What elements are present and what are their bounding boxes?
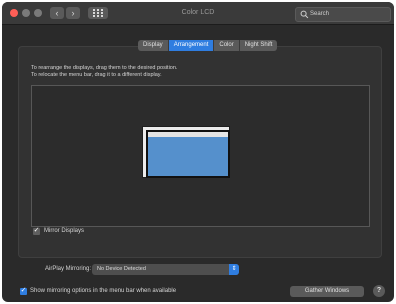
search-placeholder: Search — [310, 11, 330, 17]
tab-color[interactable]: Color — [214, 40, 240, 51]
search-field[interactable]: Search — [295, 7, 391, 22]
display-thumbnail[interactable] — [146, 130, 230, 178]
title-bar: ‹ › Color LCD Search — [2, 2, 394, 25]
preferences-window: ‹ › Color LCD Search To rearrange the di… — [2, 2, 394, 302]
display-arrangement-area[interactable] — [31, 85, 370, 227]
airplay-selected-value: No Device Detected — [97, 266, 146, 272]
tab-night-shift[interactable]: Night Shift — [239, 40, 278, 51]
tab-arrangement[interactable]: Arrangement — [168, 40, 215, 51]
checkmark-icon: ✓ — [20, 287, 27, 294]
airplay-device-select[interactable]: No Device Detected ⇕ — [92, 264, 239, 275]
airplay-mirroring-label: AirPlay Mirroring: — [45, 266, 92, 272]
gather-windows-button[interactable]: Gather Windows — [290, 286, 364, 297]
checkmark-icon: ✓ — [33, 227, 40, 234]
instruction-rearrange: To rearrange the displays, drag them to … — [31, 65, 178, 71]
instruction-menubar: To relocate the menu bar, drag it to a d… — [31, 72, 162, 78]
search-icon — [300, 10, 309, 19]
menu-bar-indicator[interactable] — [148, 132, 228, 137]
help-button[interactable]: ? — [373, 285, 385, 297]
select-arrows-icon: ⇕ — [229, 264, 239, 275]
arrangement-panel: To rearrange the displays, drag them to … — [18, 46, 382, 258]
tab-display[interactable]: Display — [138, 40, 169, 51]
show-mirroring-checkbox[interactable]: ✓ — [20, 287, 27, 295]
show-mirroring-label: Show mirroring options in the menu bar w… — [30, 288, 177, 294]
mirror-displays-label: Mirror Displays — [44, 228, 85, 234]
mirror-displays-checkbox[interactable]: ✓ — [33, 227, 40, 235]
tab-bar: Display Arrangement Color Night Shift — [138, 40, 278, 51]
